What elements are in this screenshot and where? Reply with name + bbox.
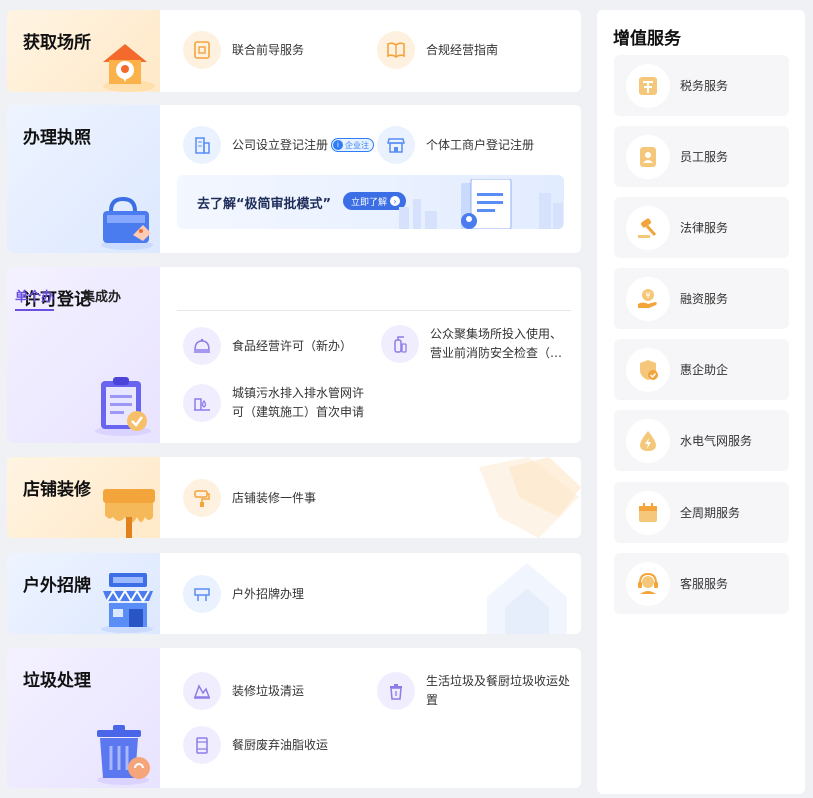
permit-tabs: 单个办 集成办	[15, 286, 149, 311]
fire-extinguisher-icon	[381, 325, 419, 363]
list-item[interactable]: 个体工商户登记注册	[377, 126, 534, 164]
section-signboard-header: 户外招牌	[7, 553, 160, 634]
paint-roller-illustration	[103, 489, 155, 538]
paint-roller-icon	[183, 479, 221, 517]
list-item[interactable]: 生活垃圾及餐厨垃圾收运处置	[377, 672, 571, 710]
sidebar-item-utilities[interactable]: 水电气网服务	[614, 410, 789, 471]
energy-drop-icon	[626, 418, 670, 463]
sidebar-item-label: 全周期服务	[680, 506, 741, 520]
sidebar-item-label: 员工服务	[680, 150, 729, 164]
oil-barrel-icon	[183, 726, 221, 764]
building-icon	[183, 126, 221, 164]
section-waste: 垃圾处理 装修垃圾清运 生活垃圾及餐厨垃圾收运处置 餐厨废弃油脂收运	[7, 648, 581, 788]
item-label: 店铺装修一件事	[232, 490, 317, 505]
item-label: 食品经营许可（新办）	[232, 338, 353, 353]
sidebar-item-enterprise-support[interactable]: 惠企助企	[614, 339, 789, 400]
shop-bag-icon	[101, 196, 153, 250]
storefront-icon	[377, 126, 415, 164]
sidebar-item-legal[interactable]: 法律服务	[614, 197, 789, 258]
tag-label: 企业注	[345, 140, 370, 150]
item-label: 个体工商户登记注册	[426, 137, 535, 152]
enterprise-tag-badge: i 企业注	[331, 138, 375, 152]
house-location-icon	[103, 44, 155, 92]
section-renovation: 店铺装修 店铺装修一件事	[7, 457, 581, 538]
section-venue-header: 获取场所	[7, 10, 160, 92]
section-signboard: 户外招牌 户外招牌办理	[7, 553, 581, 634]
signboard-icon	[183, 575, 221, 613]
employee-badge-icon	[626, 134, 670, 179]
section-title: 店铺装修	[23, 480, 91, 500]
storefront-illustration	[101, 573, 153, 633]
calendar-icon	[626, 490, 670, 535]
list-item[interactable]: 店铺装修一件事	[183, 479, 316, 517]
section-permit: 许可登记 单个办 集成办 食品经营许可（新办） 公众聚集场所投入使用、营业前消防…	[7, 267, 581, 443]
list-item[interactable]: 户外招牌办理	[183, 575, 304, 613]
tab-single[interactable]: 单个办	[15, 286, 55, 311]
sidebar-item-financing[interactable]: ¥ 融资服务	[614, 268, 789, 329]
sidebar-item-label: 水电气网服务	[680, 434, 753, 448]
shield-check-icon	[626, 347, 670, 392]
sidebar-item-customer-service[interactable]: 客服服务	[614, 553, 789, 614]
list-item[interactable]: 装修垃圾清运	[183, 672, 304, 710]
headset-icon	[626, 561, 670, 606]
sidebar-item-employee[interactable]: 员工服务	[614, 126, 789, 187]
list-item[interactable]: 餐厨废弃油脂收运	[183, 726, 328, 764]
section-waste-header: 垃圾处理	[7, 648, 160, 788]
decorative-shape	[479, 457, 581, 538]
sidebar-item-tax[interactable]: 税务服务	[614, 55, 789, 116]
info-icon: i	[333, 140, 344, 150]
sidebar-item-label: 客服服务	[680, 577, 729, 591]
list-item[interactable]: 联合前导服务	[183, 31, 304, 69]
item-label: 联合前导服务	[232, 42, 305, 57]
value-added-services-panel: 增值服务 税务服务 员工服务 法律服务 ¥ 融资服务 惠企助企 水电气网服务 全…	[597, 10, 805, 794]
item-label: 合规经营指南	[426, 42, 499, 57]
item-label: 装修垃圾清运	[232, 683, 305, 698]
sidebar-item-label: 融资服务	[680, 292, 729, 306]
list-item[interactable]: 公司设立登记注册 i 企业注	[183, 126, 375, 164]
recycle-bin-illustration	[97, 725, 150, 785]
svg-text:¥: ¥	[645, 291, 650, 300]
section-renovation-header: 店铺装修	[7, 457, 160, 538]
item-label: 公司设立登记注册	[232, 137, 329, 152]
section-title: 获取场所	[23, 33, 91, 53]
item-label: 城镇污水排入排水管网许可（建筑施工）首次申请	[232, 386, 365, 419]
approval-document-icon	[461, 179, 512, 229]
section-venue: 获取场所 联合前导服务 合规经营指南	[7, 10, 581, 92]
button-label: 立即了解	[351, 197, 388, 208]
food-cover-icon	[183, 327, 221, 365]
water-pipe-icon	[183, 384, 221, 422]
sidebar-item-label: 税务服务	[680, 79, 729, 93]
gavel-icon	[626, 205, 670, 250]
section-title: 办理执照	[23, 128, 91, 148]
debris-icon	[183, 672, 221, 710]
item-label: 公众聚集场所投入使用、营业前消防安全检查（…	[430, 327, 563, 360]
list-item[interactable]: 合规经营指南	[377, 31, 498, 69]
item-label: 餐厨废弃油脂收运	[232, 737, 329, 752]
section-title: 户外招牌	[23, 576, 91, 596]
sidebar-item-lifecycle[interactable]: 全周期服务	[614, 482, 789, 543]
book-icon	[377, 31, 415, 69]
item-label: 户外招牌办理	[232, 586, 305, 601]
banner-text: 去了解“极简审批模式”	[197, 197, 332, 212]
list-item[interactable]: 公众聚集场所投入使用、营业前消防安全检查（…	[381, 325, 571, 363]
section-license: 办理执照 公司设立登记注册 i 企业注 个体工商户登记注册 去了解“极简审批模式”…	[7, 105, 581, 253]
item-label: 生活垃圾及餐厨垃圾收运处置	[426, 674, 571, 707]
trash-can-icon	[377, 672, 415, 710]
coin-hand-icon: ¥	[626, 276, 670, 321]
section-license-header: 办理执照	[7, 105, 160, 253]
section-title: 垃圾处理	[23, 671, 91, 691]
list-item[interactable]: 食品经营许可（新办）	[183, 327, 352, 365]
sidebar-item-label: 法律服务	[680, 221, 729, 235]
tax-icon	[626, 63, 670, 108]
tab-divider	[177, 310, 571, 311]
tab-integrated[interactable]: 集成办	[82, 286, 121, 311]
simplified-approval-banner[interactable]: 去了解“极简审批模式” 立即了解 ›	[177, 175, 564, 229]
list-item[interactable]: 城镇污水排入排水管网许可（建筑施工）首次申请	[183, 384, 373, 422]
sidebar-title: 增值服务	[613, 29, 681, 49]
learn-now-button[interactable]: 立即了解 ›	[343, 192, 407, 210]
decorative-shape	[487, 563, 567, 634]
sidebar-item-label: 惠企助企	[680, 363, 729, 377]
clipboard-check-icon	[95, 377, 151, 436]
document-icon	[183, 31, 221, 69]
